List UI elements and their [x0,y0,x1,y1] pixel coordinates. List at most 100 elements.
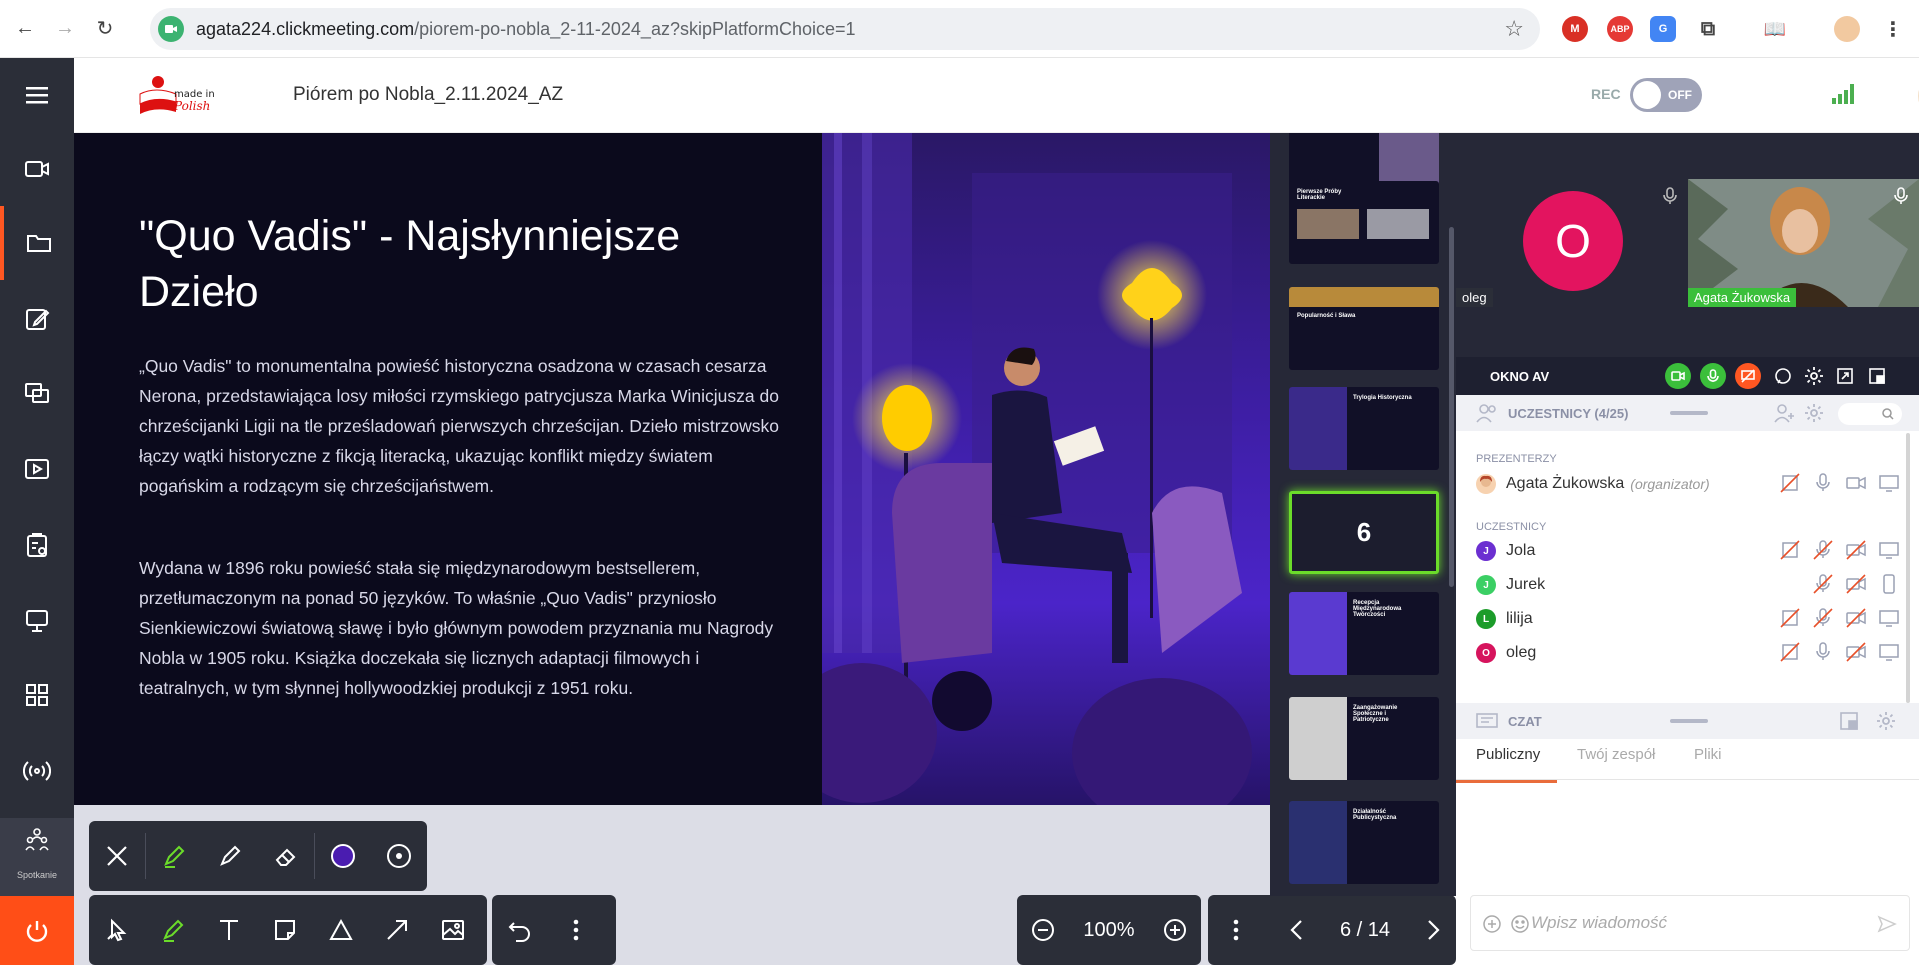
mic-icon-off[interactable] [1812,539,1834,566]
draw-permission-icon-off[interactable] [1779,472,1801,499]
draw-permission-icon-off[interactable] [1779,607,1801,634]
mic-icon-off[interactable] [1812,573,1834,600]
stroke-size-icon[interactable] [371,823,427,889]
apps-grid-icon[interactable] [0,658,74,732]
slide-thumbnail[interactable]: Zaangażowanie Społeczne i Patriotyczne [1289,697,1439,780]
pencil-active-icon[interactable] [145,897,201,963]
slide-thumbnail[interactable]: Pierwsze Próby Literackie [1289,181,1439,264]
bookmark-star-icon[interactable]: ☆ [1504,16,1524,42]
chat-message-input[interactable]: Wpisz wiadomość [1470,895,1910,951]
screen-icon[interactable] [1878,607,1900,634]
laser-pointer-icon[interactable] [89,897,145,963]
hamburger-menu-icon[interactable] [0,58,74,132]
slide-thumbnail-current[interactable]: 6 [1289,491,1439,574]
chat-collapse-handle[interactable] [1670,719,1708,723]
broadcast-icon[interactable] [0,734,74,808]
mic-toggle-icon[interactable] [1700,363,1726,389]
slide-options-icon[interactable] [1208,897,1264,963]
drawing-tools-toolbar [89,895,487,965]
participants-scrollbar[interactable] [1906,433,1910,703]
screen-icon[interactable] [1878,641,1900,668]
screen-icon[interactable] [1878,539,1900,566]
thumbnails-scrollbar[interactable] [1449,227,1454,587]
edit-note-icon[interactable] [0,282,74,356]
participants-settings-icon[interactable] [1804,403,1824,423]
camera-icon[interactable] [0,132,74,206]
screenshare-icon[interactable] [0,356,74,430]
popout-icon[interactable] [1832,363,1858,389]
undo-icon[interactable] [492,897,548,963]
insert-image-icon[interactable] [425,897,481,963]
av-settings-gear-icon[interactable] [1801,363,1827,389]
send-icon[interactable] [1877,914,1897,934]
screen-icon[interactable] [1878,472,1900,499]
extensions-puzzle-icon[interactable]: ⧉ [1695,16,1721,42]
slide-thumbnail[interactable]: Popularność i Sława [1289,287,1439,370]
highlighter-icon[interactable] [202,823,258,889]
chat-popout-icon[interactable] [1840,712,1858,730]
camera-icon[interactable] [1845,472,1867,499]
translate-extension-icon[interactable]: G [1650,16,1676,42]
thumbnail-title: Popularność i Sława [1297,313,1356,319]
mic-icon[interactable] [1812,472,1834,499]
prev-slide-icon[interactable] [1278,897,1318,963]
browser-menu-icon[interactable]: ⋮ [1880,16,1906,42]
camera-icon-off[interactable] [1845,607,1867,634]
power-exit-icon[interactable] [0,896,74,965]
slide-thumbnail[interactable]: Trylogia Historyczna [1289,387,1439,470]
video-tile-agata[interactable]: Agata Żukowska [1688,179,1919,307]
screen-off-icon[interactable] [1735,363,1761,389]
add-attachment-icon[interactable] [1483,915,1501,933]
camera-toggle-icon[interactable] [1665,363,1691,389]
phone-icon[interactable] [1878,573,1900,600]
adblock-extension-icon[interactable]: ABP [1607,16,1633,42]
slide-thumbnail[interactable]: Działalność Publicystyczna [1289,801,1439,884]
add-user-icon[interactable] [1774,403,1796,423]
mic-icon-off[interactable] [1812,607,1834,634]
address-bar[interactable]: agata224.clickmeeting.com/piorem-po-nobl… [150,8,1540,50]
profile-avatar-icon[interactable] [1834,16,1860,42]
whiteboard-icon[interactable] [0,584,74,658]
survey-clipboard-icon[interactable] [0,508,74,582]
collapse-handle[interactable] [1670,411,1708,415]
marker-green-icon[interactable] [146,823,202,889]
chat-bubble-icon[interactable] [1770,363,1796,389]
eraser-icon[interactable] [258,823,314,889]
forward-icon[interactable]: → [50,14,80,44]
reload-icon[interactable]: ↻ [90,14,120,44]
arrow-tool-icon[interactable] [369,897,425,963]
slide-thumbnail[interactable]: Recepcja Międzynarodowa Twórczości [1289,592,1439,675]
sidebar-meeting-label: Spotkanie [0,862,74,897]
color-picker-icon[interactable] [315,823,371,889]
tab-files[interactable]: Pliki [1694,746,1722,763]
zoom-out-icon[interactable] [1023,897,1063,963]
connection-signal-icon[interactable] [1832,82,1858,109]
meeting-people-icon[interactable] [0,818,74,862]
minimize-window-icon[interactable] [1864,363,1890,389]
back-icon[interactable]: ← [10,14,40,44]
folder-icon[interactable] [0,206,74,280]
camera-icon-off[interactable] [1845,573,1867,600]
chat-settings-icon[interactable] [1876,711,1896,731]
video-tile-oleg[interactable]: O oleg [1456,179,1688,307]
mic-icon[interactable] [1812,641,1834,668]
camera-icon-off[interactable] [1845,641,1867,668]
camera-icon-off[interactable] [1845,539,1867,566]
draw-permission-icon-off[interactable] [1779,539,1801,566]
video-playlist-icon[interactable] [0,432,74,506]
emoji-icon[interactable] [1511,915,1529,933]
rec-toggle[interactable]: OFF [1630,78,1702,112]
tab-public[interactable]: Publiczny [1476,746,1540,763]
reading-list-icon[interactable]: 📖 [1762,16,1788,42]
zoom-in-icon[interactable] [1155,897,1195,963]
sticky-note-icon[interactable] [257,897,313,963]
shape-triangle-icon[interactable] [313,897,369,963]
tab-my-team[interactable]: Twój zespół [1577,746,1655,763]
participant-search-input[interactable] [1838,403,1902,425]
more-tools-icon[interactable] [548,897,604,963]
close-draw-icon[interactable] [89,823,145,889]
draw-permission-icon-off[interactable] [1779,641,1801,668]
next-slide-icon[interactable] [1412,897,1452,963]
text-tool-icon[interactable] [201,897,257,963]
gmail-extension-icon[interactable]: M [1562,16,1588,42]
